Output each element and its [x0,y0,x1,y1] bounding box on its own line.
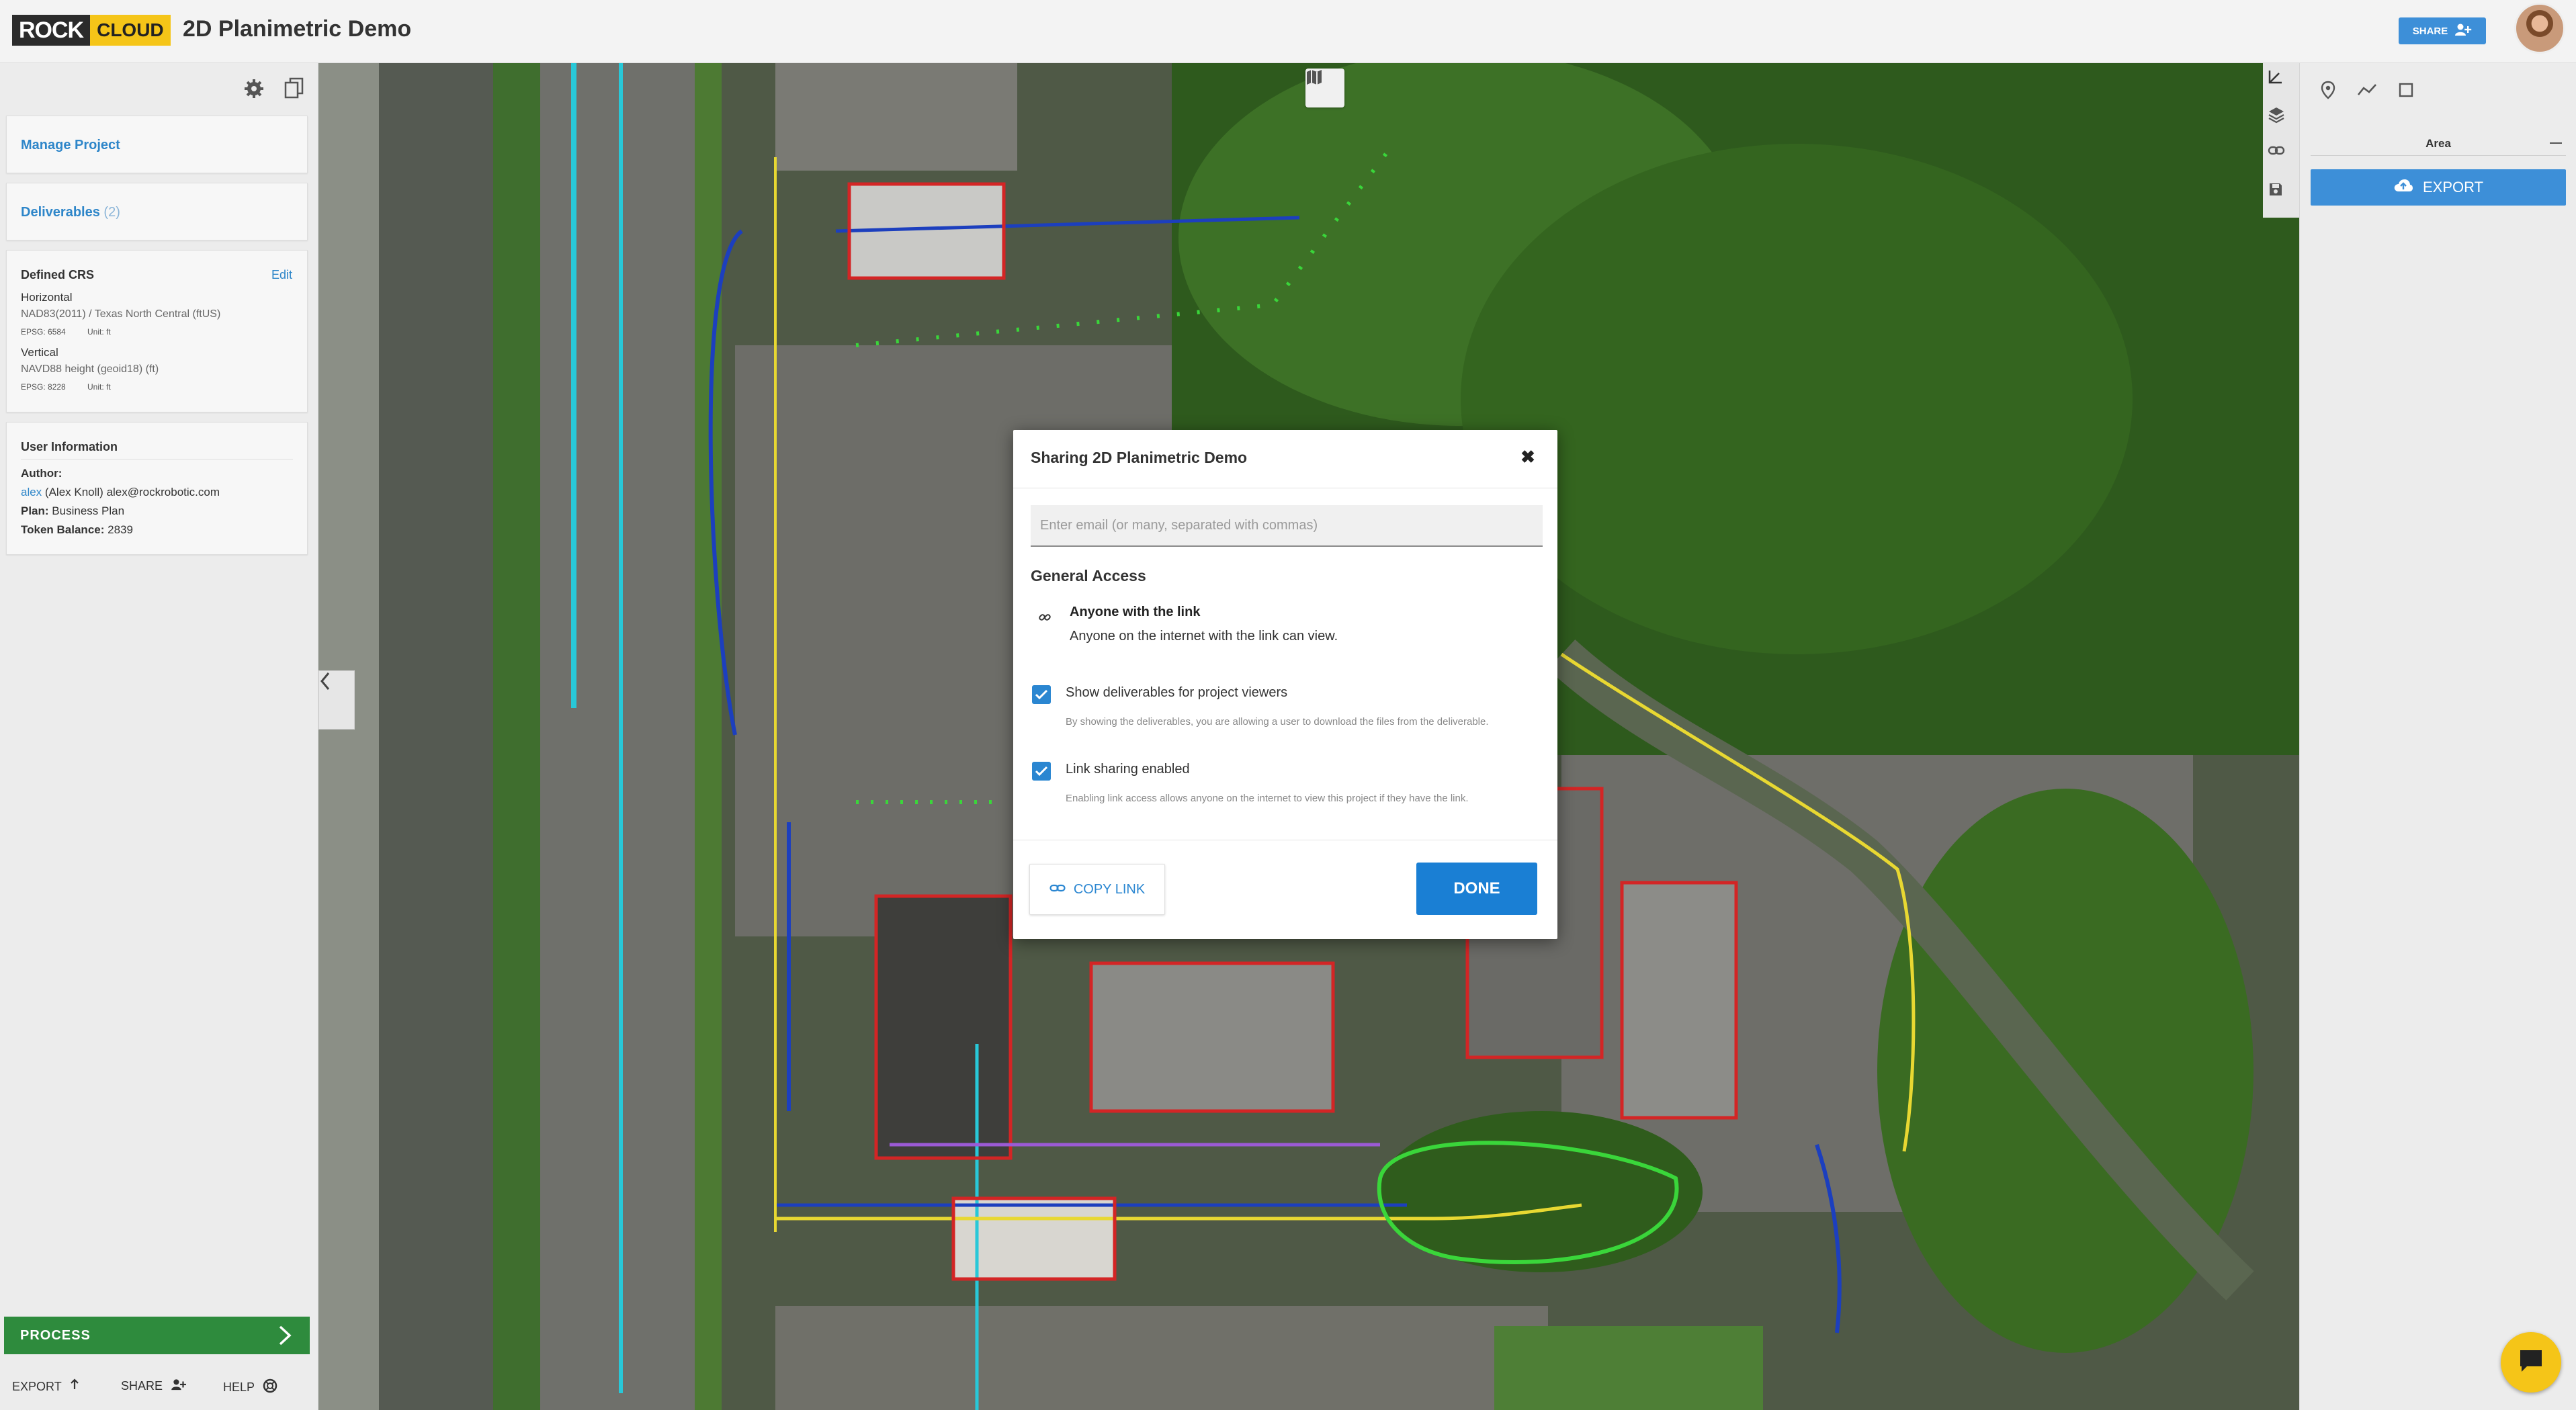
anyone-with-link-description: Anyone on the internet with the link can… [1070,629,1338,644]
export-button-label: EXPORT [2422,179,2484,195]
chat-bubble-icon [2516,1346,2546,1379]
minimize-icon[interactable] [2550,142,2562,144]
link-access-icon [1036,609,1054,626]
manage-project-link[interactable]: Manage Project [21,138,120,153]
deliverables-card[interactable]: Deliverables (2) [6,183,308,240]
help-action[interactable]: HELP [223,1378,277,1397]
settings-gear-icon[interactable] [241,75,267,102]
process-button[interactable]: PROCESS [4,1317,310,1354]
top-header: ROCK CLOUD 2D Planimetric Demo SHARE [0,0,2576,63]
deliverables-count: (2) [103,205,120,220]
crs-horizontal-value: NAD83(2011) / Texas North Central (ftUS) [21,308,221,320]
share-action-label: SHARE [121,1379,163,1393]
add-user-icon [2454,23,2472,39]
link-icon[interactable] [2268,144,2294,171]
cloud-upload-icon [2393,178,2413,197]
chevron-right-icon [277,1325,292,1350]
defined-crs-card: Defined CRS Edit Horizontal NAD83(2011) … [6,250,308,412]
point-marker-icon[interactable] [2315,77,2342,103]
link-icon [1049,882,1066,897]
show-deliverables-checkbox[interactable] [1032,685,1051,704]
deliverables-link[interactable]: Deliverables (2) [21,205,120,220]
dialog-title: Sharing 2D Planimetric Demo [1031,449,1248,466]
author-info: alex (Alex Knoll) alex@rockrobotic.com [21,486,220,499]
area-section-header[interactable]: Area [2311,132,2566,156]
user-info-title: User Information [21,440,118,453]
crs-horizontal-epsg: EPSG: 6584 [21,327,66,337]
area-label: Area [2425,136,2451,150]
project-title: 2D Planimetric Demo [183,16,412,42]
author-label: Author: [21,467,62,480]
copy-icon[interactable] [281,75,308,102]
export-button[interactable]: EXPORT [2311,169,2566,206]
right-panel: Area EXPORT [2299,63,2576,1410]
copy-link-button[interactable]: COPY LINK [1029,864,1165,915]
deliverables-label: Deliverables [21,205,100,220]
share-action[interactable]: SHARE [121,1378,187,1394]
crs-edit-link[interactable]: Edit [271,268,292,282]
author-detail: (Alex Knoll) alex@rockrobotic.com [44,486,220,498]
close-icon[interactable]: ✖ [1516,445,1540,469]
crs-horizontal-unit: Unit: ft [87,327,111,337]
layers-icon[interactable] [2268,106,2294,133]
show-deliverables-help: By showing the deliverables, you are all… [1066,716,1489,728]
logo-rock-text: ROCK [12,15,91,46]
copy-link-label: COPY LINK [1073,881,1146,897]
share-button-header[interactable]: SHARE [2399,17,2486,44]
link-sharing-checkbox[interactable] [1032,762,1051,781]
crs-title: Defined CRS [21,268,95,281]
add-user-icon [171,1378,187,1394]
chat-support-button[interactable] [2501,1332,2561,1393]
manage-project-card[interactable]: Manage Project [6,116,308,173]
map-layer-toggle-button[interactable] [1305,69,1344,107]
left-sidebar: Manage Project Deliverables (2) Defined … [0,63,318,1410]
lifebuoy-icon [263,1378,277,1397]
crs-vertical-label: Vertical [21,346,58,359]
general-access-heading: General Access [1031,567,1146,584]
show-deliverables-label: Show deliverables for project viewers [1066,685,1288,700]
plan-info: Plan: Business Plan [21,504,125,517]
collapse-sidebar-button[interactable] [318,670,355,730]
link-sharing-help: Enabling link access allows anyone on th… [1066,793,1469,804]
token-balance-info: Token Balance: 2839 [21,523,133,536]
upload-icon [70,1378,79,1395]
polyline-icon[interactable] [2354,77,2380,103]
sharing-dialog: Sharing 2D Planimetric Demo ✖ General Ac… [1013,430,1557,939]
measure-tool-icon[interactable] [2268,69,2294,95]
help-action-label: HELP [223,1380,255,1394]
done-button[interactable]: DONE [1416,863,1537,915]
crs-vertical-unit: Unit: ft [87,382,111,392]
save-icon[interactable] [2268,181,2294,208]
user-information-card: User Information Author: alex (Alex Knol… [6,422,308,555]
user-avatar[interactable] [2514,3,2565,54]
logo-cloud-text: CLOUD [90,15,171,46]
process-label: PROCESS [20,1327,91,1343]
crs-vertical-value: NAVD88 height (geoid18) (ft) [21,363,159,375]
map-tools-toolbar [2263,63,2299,218]
rock-cloud-logo[interactable]: ROCK CLOUD [12,15,171,46]
crs-vertical-epsg: EPSG: 8228 [21,382,66,392]
anyone-with-link-title: Anyone with the link [1070,605,1201,619]
export-action-label: EXPORT [12,1380,62,1393]
author-user-link[interactable]: alex [21,486,42,498]
polygon-area-icon[interactable] [2393,77,2419,103]
crs-horizontal-label: Horizontal [21,291,73,304]
export-action[interactable]: EXPORT [12,1378,79,1395]
link-sharing-label: Link sharing enabled [1066,762,1190,777]
share-button-label: SHARE [2412,25,2448,37]
email-input[interactable] [1031,505,1543,547]
